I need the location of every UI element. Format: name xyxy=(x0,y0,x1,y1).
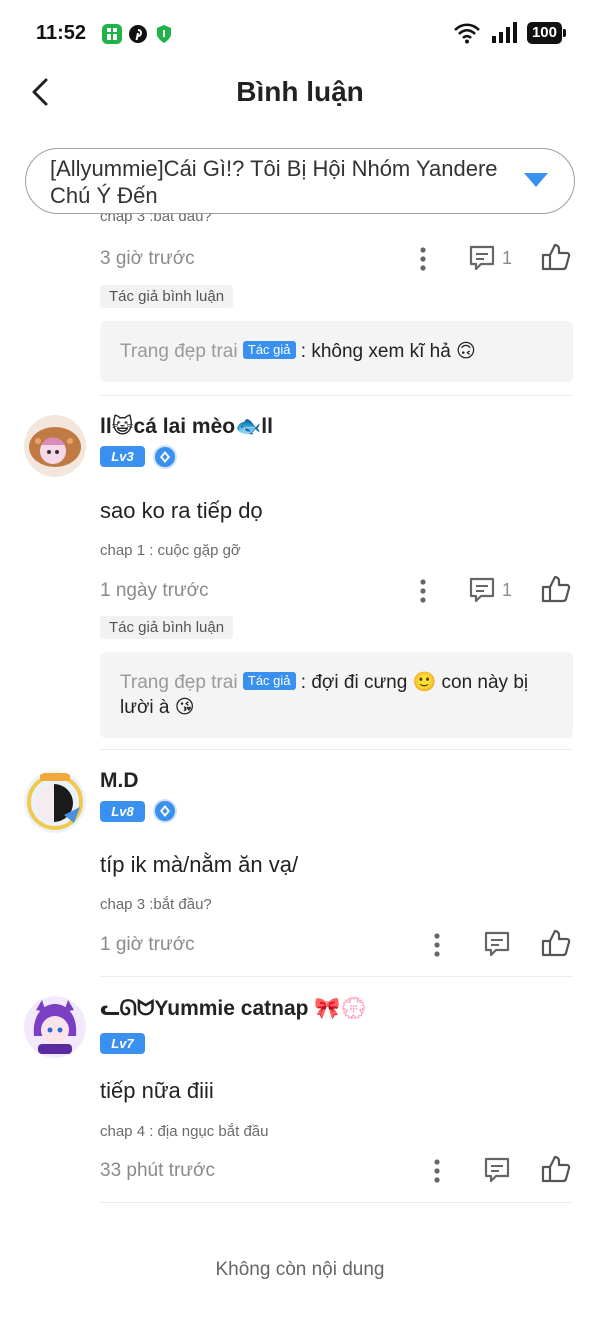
comment-icon xyxy=(469,577,495,603)
author-reply[interactable]: Trang đẹp trai Tác giả : không xem kĩ hả… xyxy=(100,321,573,382)
reply-count: 1 xyxy=(502,247,513,268)
pinterest-icon xyxy=(128,24,148,44)
more-button[interactable] xyxy=(425,930,449,960)
like-button[interactable] xyxy=(541,242,571,272)
author-badge: Tác giả xyxy=(242,341,296,359)
level-badge: Lv3 xyxy=(100,446,145,467)
comment-icon xyxy=(469,245,495,271)
avatar[interactable] xyxy=(24,415,86,477)
divider xyxy=(100,749,573,750)
chapter-select-value: [Allyummie]Cái Gì!? Tôi Bị Hội Nhóm Yand… xyxy=(50,156,498,208)
chapter-ref[interactable]: chap 1 : cuộc gặp gỡ xyxy=(100,542,241,559)
comment-time: 1 ngày trước xyxy=(100,580,209,601)
reply-button[interactable]: 1 xyxy=(468,244,512,272)
comment-icon xyxy=(484,1157,510,1183)
battery-indicator: 100 xyxy=(526,22,567,44)
reply-button[interactable]: 1 xyxy=(468,576,512,604)
like-icon xyxy=(541,243,571,271)
like-button[interactable] xyxy=(541,928,571,958)
wifi-icon xyxy=(454,23,480,44)
medal-icon xyxy=(153,799,177,823)
comment-time: 33 phút trước xyxy=(100,1160,215,1181)
comment-text: típ ik mà/nằm ăn vạ/ xyxy=(100,852,299,877)
reply-author-name[interactable]: Trang đẹp trai xyxy=(120,672,238,693)
comment-text: tiếp nữa điii xyxy=(100,1078,214,1103)
signal-icon xyxy=(491,22,517,43)
like-icon xyxy=(541,575,571,603)
author-comment-tag: Tác giả bình luận xyxy=(100,285,234,308)
comment-list[interactable]: chap 3 :bắt đầu? 3 giờ trước 1 Tác giả b… xyxy=(0,214,600,1337)
author-comment-tag: Tác giả bình luận xyxy=(100,616,234,639)
username[interactable]: ᓚᘏᗢYummie catnap 🎀💮 xyxy=(100,996,367,1021)
chapter-ref[interactable]: chap 3 :bắt đầu? xyxy=(100,896,212,913)
reply-author-name[interactable]: Trang đẹp trai xyxy=(120,341,238,362)
like-button[interactable] xyxy=(541,1154,571,1184)
status-bar: 11:52 100 xyxy=(0,0,600,64)
reply-button[interactable] xyxy=(483,930,511,958)
end-of-list-text: Không còn nội dung xyxy=(215,1259,385,1280)
avatar[interactable] xyxy=(24,771,86,833)
chapter-ref: chap 3 :bắt đầu? xyxy=(100,214,212,225)
reply-count: 1 xyxy=(502,579,513,600)
more-button[interactable] xyxy=(411,576,435,606)
reply-text: : không xem kĩ hả 🙃 xyxy=(300,341,476,362)
more-button[interactable] xyxy=(411,244,435,274)
chapter-select-dropdown[interactable]: [Allyummie]Cái Gì!? Tôi Bị Hội Nhóm Yand… xyxy=(25,148,575,214)
dropdown-arrow-icon xyxy=(524,173,548,187)
divider xyxy=(100,1202,573,1203)
more-icon xyxy=(420,579,426,603)
more-icon xyxy=(420,247,426,271)
comment-time: 1 giờ trước xyxy=(100,934,195,955)
username[interactable]: ll😺cá lai mèo🐟ll xyxy=(100,414,273,439)
system-icons: 100 xyxy=(453,22,567,44)
author-reply[interactable]: Trang đẹp trai Tác giả : đợi đi cưng 🙂 c… xyxy=(100,652,573,738)
avatar[interactable] xyxy=(24,996,86,1058)
like-icon xyxy=(541,929,571,957)
more-icon xyxy=(434,933,440,957)
shield-icon xyxy=(154,24,174,44)
status-time: 11:52 xyxy=(36,22,87,44)
comment-text: sao ko ra tiếp dọ xyxy=(100,498,263,523)
like-button[interactable] xyxy=(541,574,571,604)
page-title: Bình luận xyxy=(236,76,364,107)
like-icon xyxy=(541,1155,571,1183)
chapter-ref[interactable]: chap 4 : địa ngục bắt đầu xyxy=(100,1123,268,1140)
author-badge: Tác giả xyxy=(242,672,296,690)
comment-icon xyxy=(484,931,510,957)
level-badge: Lv7 xyxy=(100,1033,145,1054)
level-badge: Lv8 xyxy=(100,801,145,822)
app-notification-icon xyxy=(102,24,122,44)
comment-time: 3 giờ trước xyxy=(100,248,195,269)
nav-header: Bình luận xyxy=(0,64,600,124)
divider xyxy=(100,976,573,977)
divider xyxy=(100,395,573,396)
more-button[interactable] xyxy=(425,1156,449,1186)
medal-icon xyxy=(153,445,177,469)
more-icon xyxy=(434,1159,440,1183)
username[interactable]: M.D xyxy=(100,769,139,793)
reply-button[interactable] xyxy=(483,1156,511,1184)
notification-icons xyxy=(102,24,174,44)
